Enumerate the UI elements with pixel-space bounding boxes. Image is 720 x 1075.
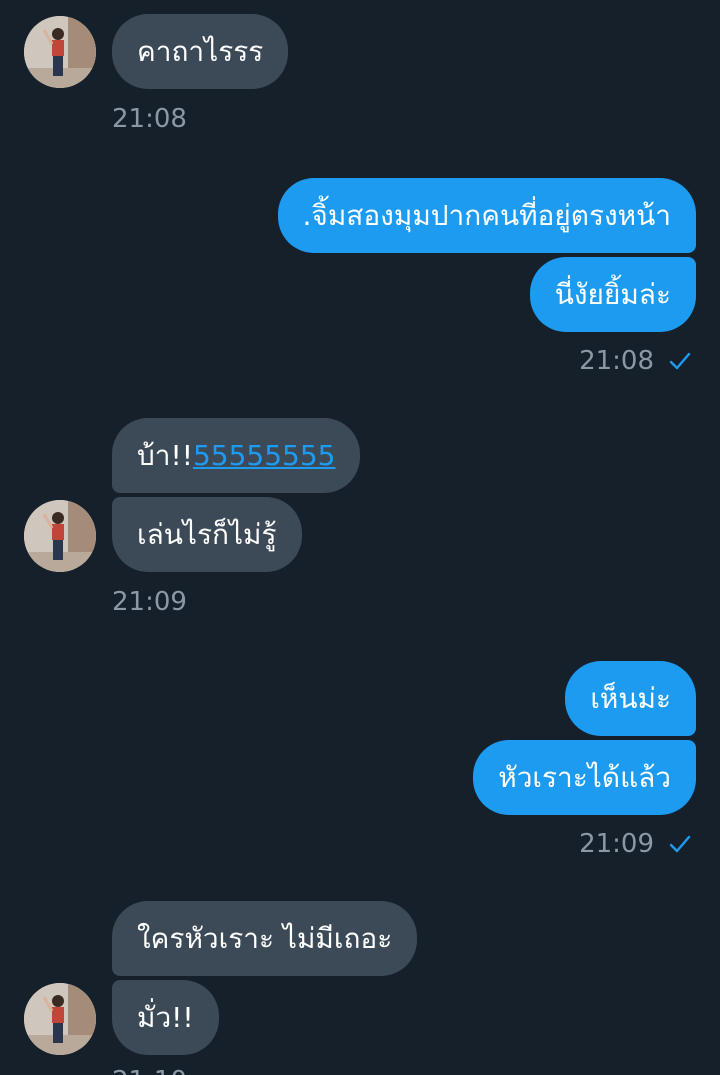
- message-timestamp: 21:10: [112, 1066, 187, 1075]
- message-text: หัวเราะได้แล้ว: [498, 761, 671, 794]
- incoming-message[interactable]: มั่ว!!: [112, 980, 219, 1055]
- incoming-message[interactable]: บ้า!!55555555: [112, 418, 361, 493]
- message-timestamp: 21:08: [112, 104, 187, 134]
- contact-avatar[interactable]: [24, 500, 96, 572]
- outgoing-message[interactable]: นี่งัยยิ้มล่ะ: [529, 257, 696, 332]
- outgoing-message[interactable]: .จิ้มสองมุมปากคนที่อยู่ตรงหน้า: [277, 178, 696, 253]
- message-timestamp: 21:08: [579, 346, 654, 376]
- incoming-message[interactable]: คาถาไรรร: [112, 14, 289, 89]
- message-text: เห็นม่ะ: [590, 682, 671, 715]
- avatar-photo-icon: [24, 500, 96, 572]
- message-text: เล่นไรก็ไม่รู้: [137, 518, 277, 551]
- contact-avatar[interactable]: [24, 16, 96, 88]
- message-timestamp: 21:09: [579, 829, 654, 859]
- incoming-message[interactable]: ใครหัวเราะ ไม่มีเถอะ: [112, 901, 418, 976]
- message-link[interactable]: 55555555: [193, 439, 336, 472]
- message-text: ใครหัวเราะ ไม่มีเถอะ: [137, 922, 393, 955]
- check-icon: [669, 352, 691, 370]
- avatar-photo-icon: [24, 16, 96, 88]
- outgoing-message[interactable]: เห็นม่ะ: [565, 661, 696, 736]
- chat-thread[interactable]: คาถาไรรร 21:08 .จิ้มสองมุมปากคนที่อยู่ตร…: [0, 0, 720, 1075]
- contact-avatar[interactable]: [24, 983, 96, 1055]
- message-text: คาถาไรรร: [137, 35, 264, 68]
- message-text: มั่ว!!: [137, 1001, 194, 1034]
- outgoing-message[interactable]: หัวเราะได้แล้ว: [473, 740, 696, 815]
- message-text: .จิ้มสองมุมปากคนที่อยู่ตรงหน้า: [302, 199, 671, 232]
- message-text: บ้า!!: [137, 439, 193, 472]
- message-timestamp: 21:09: [112, 587, 187, 617]
- incoming-message[interactable]: เล่นไรก็ไม่รู้: [112, 497, 302, 572]
- message-text: นี่งัยยิ้มล่ะ: [554, 278, 671, 311]
- check-icon: [669, 835, 691, 853]
- avatar-photo-icon: [24, 983, 96, 1055]
